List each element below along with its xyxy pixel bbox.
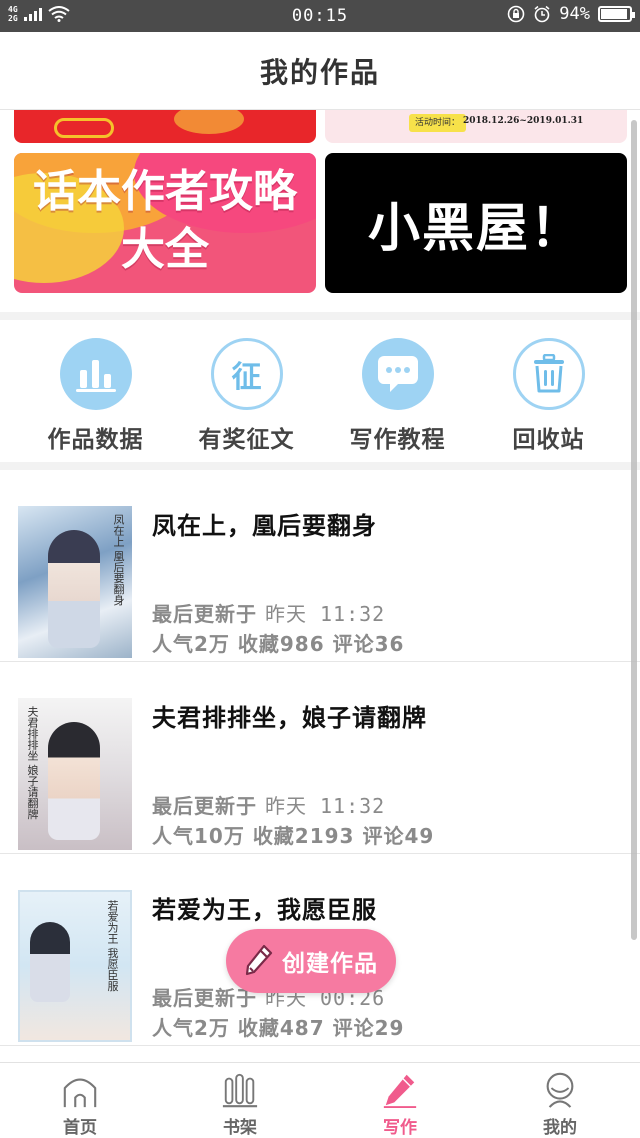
banner-decoration bbox=[174, 110, 244, 134]
banner-festival[interactable] bbox=[14, 110, 316, 143]
cover-figure bbox=[48, 530, 100, 648]
work-comments: 评论49 bbox=[362, 824, 435, 848]
banner-event[interactable]: 活动时间： 2018.12.26~2019.01.31 bbox=[325, 110, 627, 143]
cover-figure bbox=[30, 922, 70, 1002]
bottom-tab-bar: 首页 书架 写作 我的 bbox=[0, 1062, 640, 1138]
banner-decoration bbox=[54, 118, 114, 138]
zheng-glyph: 征 bbox=[231, 360, 262, 395]
battery-percent: 94% bbox=[559, 4, 590, 24]
tab-bookshelf[interactable]: 书架 bbox=[160, 1063, 320, 1138]
event-dates: 2018.12.26~2019.01.31 bbox=[463, 116, 584, 126]
banner-area: 活动时间： 2018.12.26~2019.01.31 话本作者攻略 大全 小黑… bbox=[0, 110, 640, 312]
work-favorites: 收藏487 bbox=[237, 1016, 325, 1040]
battery-icon bbox=[598, 6, 635, 22]
banner-blackroom-text: 小黑屋！ bbox=[367, 198, 584, 259]
tab-profile[interactable]: 我的 bbox=[480, 1063, 640, 1138]
work-item[interactable]: 夫君排排坐 娘子请翻牌 夫君排排坐，娘子请翻牌 最后更新于 昨天 11:32 人… bbox=[0, 662, 640, 854]
cover-title-text: 夫君排排坐 娘子请翻牌 bbox=[26, 706, 39, 820]
banner-line-2: 大全 bbox=[121, 224, 209, 275]
banner-line-1: 话本作者攻略 bbox=[33, 166, 297, 217]
pencil-icon bbox=[383, 1074, 417, 1109]
quick-actions: 作品数据 征 有奖征文 写作教程 回收站 bbox=[0, 320, 640, 462]
status-right: 94% bbox=[507, 4, 635, 24]
pencil-icon bbox=[245, 944, 273, 976]
work-item[interactable]: 凤在上 凰后要翻身 凤在上，凰后要翻身 最后更新于 昨天 11:32 人气2万 … bbox=[0, 470, 640, 662]
page-header: 我的作品 bbox=[0, 32, 640, 110]
updated-time: 昨天 11:32 bbox=[264, 602, 386, 626]
work-stats: 人气10万 收藏2193 评论49 bbox=[152, 820, 434, 849]
lock-rotation-icon bbox=[507, 5, 525, 23]
zheng-icon: 征 bbox=[210, 338, 283, 410]
event-time-tag: 活动时间： bbox=[409, 114, 467, 132]
updated-prefix: 最后更新于 bbox=[152, 794, 265, 818]
tab-label: 写作 bbox=[383, 1118, 417, 1138]
action-tutorial[interactable]: 写作教程 bbox=[322, 320, 473, 462]
action-label: 回收站 bbox=[512, 427, 585, 453]
cover-title-text: 凤在上 凰后要翻身 bbox=[112, 514, 125, 606]
work-updated: 最后更新于 昨天 11:32 bbox=[152, 790, 385, 819]
banner-author-guide-text: 话本作者攻略 大全 bbox=[14, 163, 316, 279]
work-cover: 若爱为王 我愿臣服 bbox=[18, 890, 132, 1042]
trash-icon bbox=[512, 338, 585, 410]
page-title: 我的作品 bbox=[259, 55, 380, 89]
profile-icon bbox=[546, 1072, 574, 1108]
scrollbar[interactable] bbox=[631, 120, 637, 940]
updated-prefix: 最后更新于 bbox=[152, 602, 265, 626]
tab-label: 书架 bbox=[223, 1118, 257, 1138]
updated-time: 昨天 11:32 bbox=[264, 794, 386, 818]
work-popularity: 人气2万 bbox=[152, 632, 230, 656]
work-popularity: 人气10万 bbox=[152, 824, 245, 848]
create-work-button[interactable]: 创建作品 bbox=[226, 929, 396, 993]
work-favorites: 收藏986 bbox=[237, 632, 325, 656]
message-icon bbox=[361, 338, 434, 410]
work-cover: 凤在上 凰后要翻身 bbox=[18, 506, 132, 658]
tab-write[interactable]: 写作 bbox=[320, 1063, 480, 1138]
home-icon bbox=[63, 1078, 97, 1108]
chart-icon bbox=[59, 338, 132, 410]
action-label: 有奖征文 bbox=[198, 427, 295, 453]
status-bar: 4G 2G 00:15 94% bbox=[0, 0, 640, 32]
action-label: 写作教程 bbox=[349, 427, 446, 453]
banner-blackroom[interactable]: 小黑屋！ bbox=[325, 153, 627, 293]
work-title: 夫君排排坐，娘子请翻牌 bbox=[152, 704, 427, 732]
tab-label: 我的 bbox=[543, 1118, 577, 1138]
banner-author-guide[interactable]: 话本作者攻略 大全 bbox=[14, 153, 316, 293]
cover-title-text: 若爱为王 我愿臣服 bbox=[106, 900, 119, 992]
action-work-data[interactable]: 作品数据 bbox=[20, 320, 171, 462]
cover-figure bbox=[48, 722, 100, 840]
bookshelf-icon bbox=[222, 1073, 258, 1108]
work-comments: 评论36 bbox=[332, 632, 405, 656]
work-comments: 评论29 bbox=[332, 1016, 405, 1040]
tab-home[interactable]: 首页 bbox=[0, 1063, 160, 1138]
work-title: 若爱为王，我愿臣服 bbox=[152, 896, 377, 924]
action-contest[interactable]: 征 有奖征文 bbox=[171, 320, 322, 462]
work-stats: 人气2万 收藏986 评论36 bbox=[152, 628, 404, 657]
work-popularity: 人气2万 bbox=[152, 1016, 230, 1040]
action-recycle-bin[interactable]: 回收站 bbox=[473, 320, 624, 462]
alarm-icon bbox=[534, 5, 550, 23]
work-favorites: 收藏2193 bbox=[252, 824, 355, 848]
create-work-label: 创建作品 bbox=[282, 951, 378, 977]
work-updated: 最后更新于 昨天 11:32 bbox=[152, 598, 385, 627]
action-label: 作品数据 bbox=[47, 427, 144, 453]
tab-label: 首页 bbox=[63, 1118, 97, 1138]
work-cover: 夫君排排坐 娘子请翻牌 bbox=[18, 698, 132, 850]
work-title: 凤在上，凰后要翻身 bbox=[152, 512, 377, 540]
work-stats: 人气2万 收藏487 评论29 bbox=[152, 1012, 404, 1041]
main-content[interactable]: 活动时间： 2018.12.26~2019.01.31 话本作者攻略 大全 小黑… bbox=[0, 110, 640, 1062]
